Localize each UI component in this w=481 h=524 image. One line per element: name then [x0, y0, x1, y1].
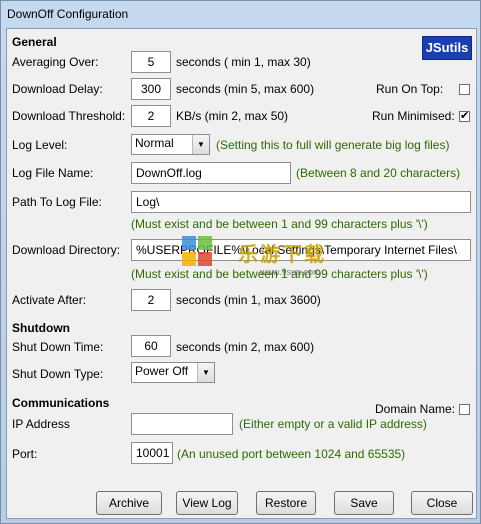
- save-button[interactable]: Save: [334, 491, 394, 515]
- activate-after-hint: seconds (min 1, max 3600): [176, 293, 321, 307]
- download-delay-label: Download Delay:: [12, 82, 103, 96]
- watermark-text: 乐游下载: [238, 244, 326, 266]
- port-label: Port:: [12, 447, 38, 461]
- run-minimised-label: Run Minimised:: [372, 109, 455, 123]
- log-file-name-input[interactable]: DownOff.log: [131, 162, 291, 184]
- shut-down-type-select[interactable]: Power Off ▼: [131, 362, 215, 383]
- log-level-select[interactable]: Normal ▼: [131, 134, 210, 155]
- ip-address-input[interactable]: [131, 413, 233, 435]
- watermark-logo-tile: [198, 236, 212, 250]
- close-button[interactable]: Close: [411, 491, 473, 515]
- domain-name-checkbox[interactable]: [459, 404, 470, 415]
- path-to-log-file-hint: (Must exist and be between 1 and 99 char…: [131, 217, 428, 231]
- log-level-label: Log Level:: [12, 138, 68, 152]
- download-delay-hint: seconds (min 5, max 600): [176, 82, 315, 96]
- log-level-value: Normal: [135, 136, 174, 150]
- download-threshold-hint: KB/s (min 2, max 50): [176, 109, 289, 123]
- section-communications-header: Communications: [12, 396, 110, 410]
- shut-down-type-label: Shut Down Type:: [12, 367, 104, 381]
- download-delay-input[interactable]: 300: [131, 78, 171, 100]
- jsutils-logo: JSutils: [422, 36, 472, 60]
- restore-button[interactable]: Restore: [256, 491, 316, 515]
- download-directory-label: Download Directory:: [12, 243, 121, 257]
- watermark-logo-tile: [182, 236, 196, 250]
- ip-address-label: IP Address: [12, 417, 70, 431]
- activate-after-label: Activate After:: [12, 293, 87, 307]
- path-to-log-file-label: Path To Log File:: [12, 195, 102, 209]
- domain-name-label: Domain Name:: [375, 402, 456, 416]
- shut-down-time-input[interactable]: 60: [131, 335, 171, 357]
- download-threshold-label: Download Threshold:: [12, 109, 126, 123]
- port-input[interactable]: 10001: [131, 442, 173, 464]
- shut-down-time-label: Shut Down Time:: [12, 340, 104, 354]
- config-panel: JSutils General Averaging Over: 5 second…: [6, 28, 477, 519]
- download-threshold-input[interactable]: 2: [131, 105, 171, 127]
- run-minimised-checkbox[interactable]: ✔: [459, 111, 470, 122]
- shut-down-type-value: Power Off: [135, 364, 189, 378]
- shut-down-time-hint: seconds (min 2, max 600): [176, 340, 315, 354]
- watermark-url: www.9sun.com: [260, 267, 321, 277]
- activate-after-input[interactable]: 2: [131, 289, 171, 311]
- port-hint: (An unused port between 1024 and 65535): [177, 447, 406, 461]
- section-general-header: General: [12, 35, 57, 49]
- averaging-over-label: Averaging Over:: [12, 55, 99, 69]
- watermark-logo-tile: [198, 252, 212, 266]
- log-file-name-hint: (Between 8 and 20 characters): [296, 166, 461, 180]
- chevron-down-icon[interactable]: ▼: [197, 363, 214, 382]
- path-to-log-file-input[interactable]: Log\: [131, 191, 471, 213]
- archive-button[interactable]: Archive: [96, 491, 162, 515]
- watermark-logo-tile: [182, 252, 196, 266]
- log-file-name-label: Log File Name:: [12, 166, 94, 180]
- download-site-watermark: 乐游下载 www.9sun.com: [180, 234, 340, 282]
- chevron-down-icon[interactable]: ▼: [192, 135, 209, 154]
- window-title: DownOff Configuration: [7, 7, 129, 21]
- section-shutdown-header: Shutdown: [12, 321, 70, 335]
- ip-address-hint: (Either empty or a valid IP address): [239, 417, 427, 431]
- title-bar[interactable]: DownOff Configuration: [1, 1, 480, 27]
- averaging-over-input[interactable]: 5: [131, 51, 171, 73]
- view-log-button[interactable]: View Log: [176, 491, 238, 515]
- run-on-top-label: Run On Top:: [376, 82, 444, 96]
- averaging-over-hint: seconds ( min 1, max 30): [176, 55, 311, 69]
- log-level-hint: (Setting this to full will generate big …: [216, 138, 450, 152]
- run-on-top-checkbox[interactable]: [459, 84, 470, 95]
- config-window: DownOff Configuration JSutils General Av…: [0, 0, 481, 524]
